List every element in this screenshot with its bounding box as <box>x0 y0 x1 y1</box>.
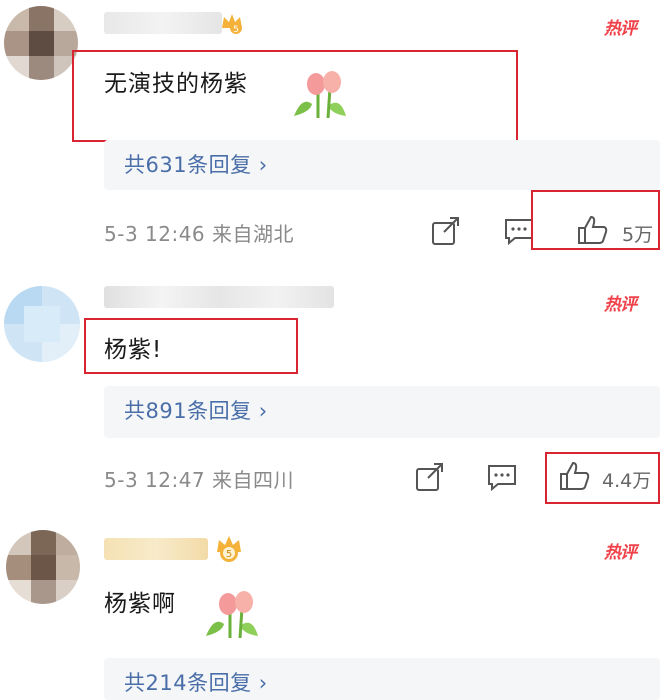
username-blurred[interactable] <box>104 538 208 560</box>
comment-item: 热评 杨紫! 共891条回复 › 5-3 12:47 来自四川 4.4万 <box>0 262 660 512</box>
share-icon[interactable] <box>414 461 446 493</box>
avatar-mosaic <box>6 530 80 604</box>
svg-text:5: 5 <box>233 25 239 35</box>
comment-text: 无演技的杨紫 <box>104 71 248 97</box>
comment-meta: 5-3 12:47 来自四川 <box>104 468 295 492</box>
username-blurred[interactable] <box>104 12 222 34</box>
hot-comment-badge: 热评 <box>604 295 637 315</box>
thumbs-up-icon[interactable] <box>558 460 592 492</box>
tulip-emoji-icon <box>206 591 258 639</box>
avatar[interactable] <box>4 286 80 362</box>
avatar[interactable] <box>4 6 78 80</box>
comment-icon[interactable] <box>486 463 518 491</box>
hot-comment-badge: 热评 <box>604 543 637 563</box>
avatar-mosaic <box>4 286 80 362</box>
replies-link[interactable]: 共891条回复 › <box>124 395 268 425</box>
replies-panel[interactable]: 共214条回复 › <box>104 658 660 700</box>
svg-text:5: 5 <box>226 549 232 560</box>
replies-panel[interactable]: 共631条回复 › <box>104 140 660 190</box>
tulip-emoji-icon <box>294 71 346 119</box>
avatar-mosaic <box>4 6 78 80</box>
username-blurred[interactable] <box>104 286 334 308</box>
crown-level-badge-icon: 5 <box>217 536 241 562</box>
comment-meta: 5-3 12:46 来自湖北 <box>104 222 295 246</box>
crown-level-badge-icon: 5 <box>222 14 242 35</box>
replies-panel[interactable]: 共891条回复 › <box>104 386 660 438</box>
share-icon[interactable] <box>430 215 462 247</box>
replies-link[interactable]: 共214条回复 › <box>124 667 268 697</box>
like-count: 4.4万 <box>602 470 652 492</box>
hot-comment-badge: 热评 <box>604 19 637 39</box>
replies-link[interactable]: 共631条回复 › <box>124 149 268 179</box>
thumbs-up-icon[interactable] <box>576 214 610 246</box>
like-count: 5万 <box>622 224 654 246</box>
comment-item: 5 热评 无演技的杨紫 共631条回复 › 5-3 12:46 来自湖北 5万 <box>0 0 660 262</box>
comment-text: 杨紫啊 <box>104 591 176 617</box>
comment-text: 杨紫! <box>104 337 163 363</box>
avatar[interactable] <box>6 530 80 604</box>
comment-item: 5 热评 杨紫啊 共214条回复 › <box>0 512 660 700</box>
